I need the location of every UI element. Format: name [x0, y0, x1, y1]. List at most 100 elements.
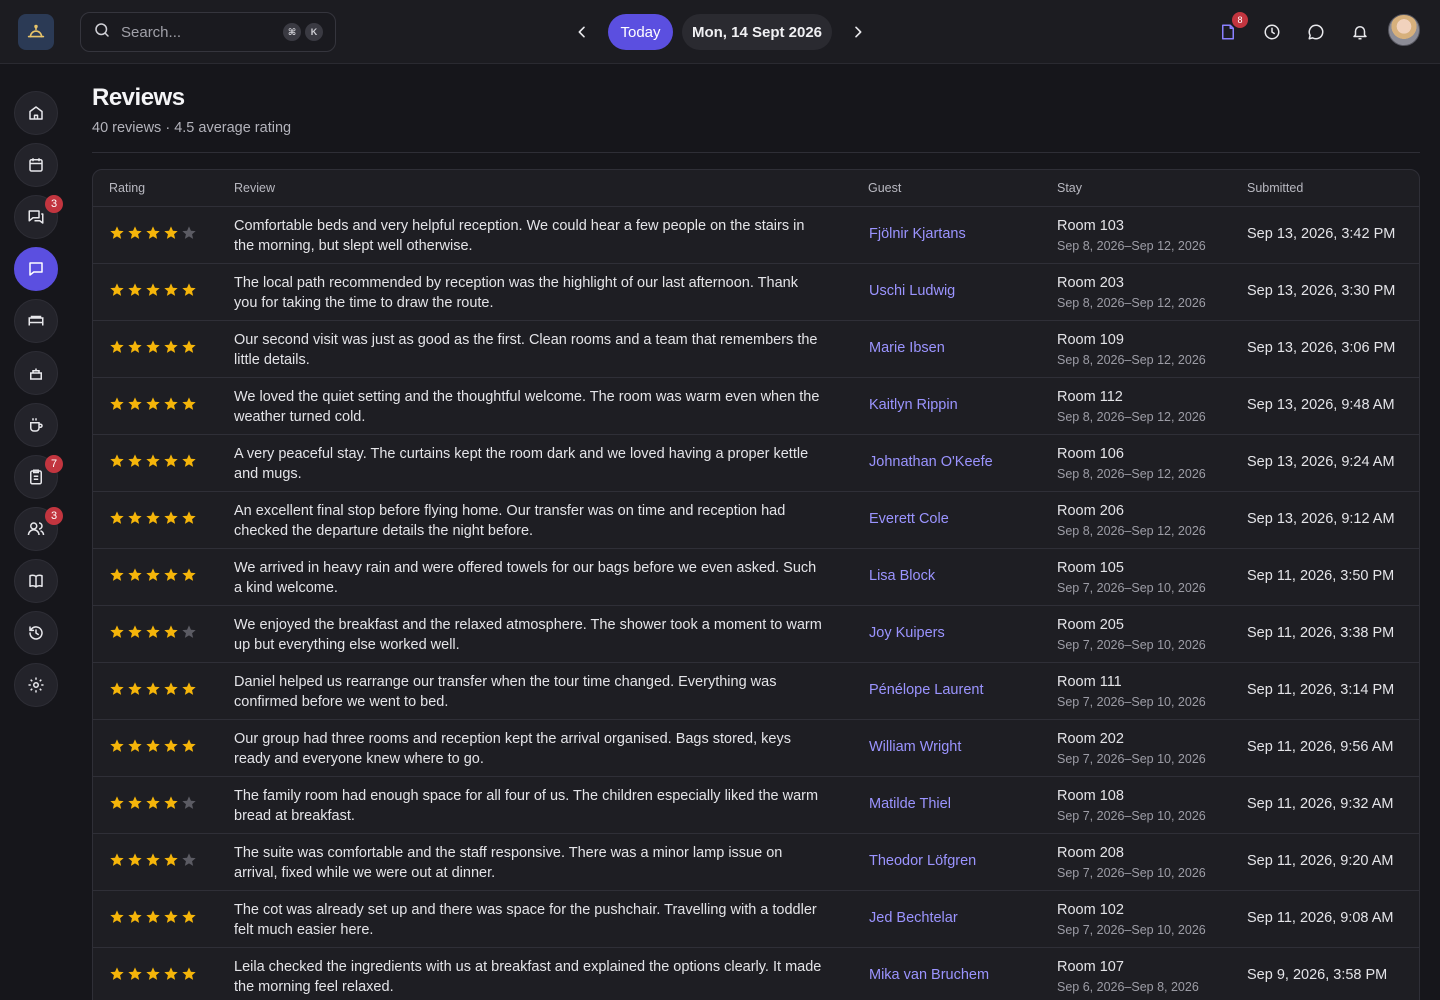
table-row[interactable]: Our second visit was just as good as the…	[93, 321, 1419, 378]
column-header-review[interactable]: Review	[234, 181, 275, 195]
star-filled-icon	[146, 853, 160, 866]
table-row[interactable]: The family room had enough space for all…	[93, 777, 1419, 834]
history-button[interactable]	[1260, 20, 1284, 44]
stay-dates: Sep 7, 2026–Sep 10, 2026	[1057, 809, 1206, 823]
coffee-icon	[30, 418, 43, 432]
submitted-date: Sep 13, 2026, 3:30 PM	[1247, 283, 1396, 299]
guest-link[interactable]: Theodor Löfgren	[869, 853, 976, 869]
home-icon	[29, 106, 43, 120]
cake-icon	[30, 368, 42, 380]
table-row[interactable]: The cot was already set up and there was…	[93, 891, 1419, 948]
star-empty-icon	[182, 853, 196, 866]
today-button[interactable]: Today	[608, 14, 673, 50]
star-filled-icon	[146, 511, 160, 524]
guest-link[interactable]: Kaitlyn Rippin	[869, 397, 958, 413]
table-row[interactable]: We loved the quiet setting and the thoug…	[93, 378, 1419, 435]
star-filled-icon	[146, 454, 160, 467]
star-filled-icon	[182, 967, 196, 980]
notifications-button[interactable]	[1348, 20, 1372, 44]
guest-link[interactable]: Marie Ibsen	[869, 340, 945, 356]
guest-link[interactable]: Jed Bechtelar	[869, 910, 958, 926]
guest-link[interactable]: William Wright	[869, 739, 961, 755]
sidebar-item-home[interactable]	[14, 91, 58, 135]
star-filled-icon	[110, 682, 124, 695]
app-logo-icon[interactable]	[18, 14, 54, 50]
guest-link[interactable]: Johnathan O'Keefe	[869, 454, 993, 470]
star-filled-icon	[146, 910, 160, 923]
review-text: The local path recommended by reception …	[234, 275, 798, 311]
star-rating	[109, 681, 197, 697]
table-row[interactable]: The local path recommended by reception …	[93, 264, 1419, 321]
column-header-rating[interactable]: Rating	[109, 181, 145, 195]
sidebar-item-housekeeping[interactable]	[14, 351, 58, 395]
column-header-submitted[interactable]: Submitted	[1247, 181, 1303, 195]
guest-link[interactable]: Uschi Ludwig	[869, 283, 955, 299]
top-bar: Search... ⌘ K Today Mon, 14 Sept 2026 8	[0, 0, 1440, 64]
chat-button[interactable]	[1304, 20, 1328, 44]
star-rating	[109, 966, 197, 982]
table-row[interactable]: The suite was comfortable and the staff …	[93, 834, 1419, 891]
stay-room: Room 112	[1057, 389, 1123, 405]
star-filled-icon	[110, 967, 124, 980]
sidebar-item-guidebook[interactable]	[14, 559, 58, 603]
stay-dates: Sep 7, 2026–Sep 10, 2026	[1057, 695, 1206, 709]
stay-room: Room 203	[1057, 275, 1124, 291]
gear-icon	[28, 677, 44, 693]
table-row[interactable]: An excellent final stop before flying ho…	[93, 492, 1419, 549]
star-filled-icon	[146, 340, 160, 353]
table-row[interactable]: We arrived in heavy rain and were offere…	[93, 549, 1419, 606]
next-day-button[interactable]	[846, 20, 870, 44]
stay-room: Room 202	[1057, 731, 1124, 747]
guest-link[interactable]: Lisa Block	[869, 568, 935, 584]
sidebar-item-activity[interactable]	[14, 611, 58, 655]
star-filled-icon	[128, 511, 142, 524]
star-filled-icon	[128, 226, 142, 239]
star-filled-icon	[146, 397, 160, 410]
column-header-guest[interactable]: Guest	[868, 181, 901, 195]
column-header-stay[interactable]: Stay	[1057, 181, 1082, 195]
current-date-button[interactable]: Mon, 14 Sept 2026	[682, 14, 832, 50]
star-filled-icon	[128, 454, 142, 467]
submitted-date: Sep 11, 2026, 3:14 PM	[1247, 682, 1395, 698]
submitted-date: Sep 13, 2026, 9:24 AM	[1247, 454, 1395, 470]
stay-room: Room 105	[1057, 560, 1124, 576]
guest-link[interactable]: Everett Cole	[869, 511, 949, 527]
table-row[interactable]: Our group had three rooms and reception …	[93, 720, 1419, 777]
header-divider	[92, 152, 1420, 153]
users-icon	[27, 522, 45, 536]
guest-link[interactable]: Fjölnir Kjartans	[869, 226, 966, 242]
previous-day-button[interactable]	[570, 20, 594, 44]
review-icon	[29, 262, 43, 276]
sidebar-item-settings[interactable]	[14, 663, 58, 707]
table-row[interactable]: Leila checked the ingredients with us at…	[93, 948, 1419, 1000]
stay-dates: Sep 7, 2026–Sep 10, 2026	[1057, 866, 1206, 880]
sidebar-item-reviews[interactable]	[14, 247, 58, 291]
user-avatar[interactable]	[1388, 14, 1420, 46]
sidebar-item-calendar[interactable]	[14, 143, 58, 187]
stay-room: Room 107	[1057, 959, 1124, 975]
star-filled-icon	[182, 568, 196, 581]
table-row[interactable]: We enjoyed the breakfast and the relaxed…	[93, 606, 1419, 663]
search-input[interactable]: Search... ⌘ K	[80, 12, 336, 52]
star-filled-icon	[164, 853, 178, 866]
stay-dates: Sep 8, 2026–Sep 12, 2026	[1057, 524, 1206, 538]
submitted-date: Sep 13, 2026, 9:12 AM	[1247, 511, 1395, 527]
star-filled-icon	[182, 682, 196, 695]
star-filled-icon	[110, 568, 124, 581]
sidebar-item-breakfast[interactable]	[14, 403, 58, 447]
table-row[interactable]: Daniel helped us rearrange our transfer …	[93, 663, 1419, 720]
guest-link[interactable]: Joy Kuipers	[869, 625, 945, 641]
star-filled-icon	[110, 796, 124, 809]
stay-room: Room 108	[1057, 788, 1124, 804]
star-filled-icon	[164, 511, 178, 524]
search-placeholder: Search...	[121, 23, 182, 41]
guest-link[interactable]: Matilde Thiel	[869, 796, 951, 812]
sidebar-item-rooms[interactable]	[14, 299, 58, 343]
page-subtitle: 40 reviews · 4.5 average rating	[92, 120, 292, 136]
guest-link[interactable]: Mika van Bruchem	[869, 967, 989, 983]
guest-link[interactable]: Pénélope Laurent	[869, 682, 984, 698]
table-row[interactable]: A very peaceful stay. The curtains kept …	[93, 435, 1419, 492]
star-filled-icon	[182, 397, 196, 410]
star-rating	[109, 339, 197, 355]
table-row[interactable]: Comfortable beds and very helpful recept…	[93, 207, 1419, 264]
